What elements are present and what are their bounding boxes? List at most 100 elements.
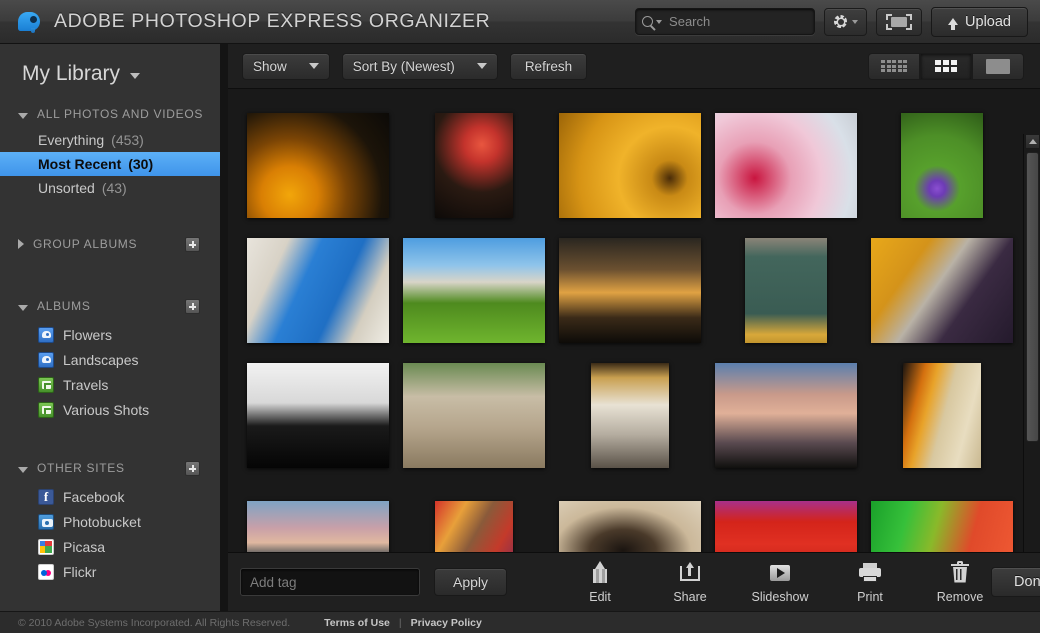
thumbnail-cell[interactable] xyxy=(552,478,708,552)
single-large-icon xyxy=(986,58,1010,74)
sort-by-dropdown[interactable]: Sort By (Newest) xyxy=(341,52,498,80)
thumbnail-cell[interactable] xyxy=(708,228,864,353)
action-buttons: Edit Share Slideshow Print Remove xyxy=(569,560,991,604)
thumbnail-cell[interactable] xyxy=(552,353,708,478)
sidebar-item-various-shots[interactable]: Various Shots xyxy=(0,397,220,422)
thumbnail-pink-orchid-flower[interactable] xyxy=(715,113,857,218)
my-library-header[interactable]: My Library xyxy=(0,44,220,86)
sidebar-section-albums[interactable]: ALBUMS xyxy=(0,296,220,316)
thumbnail-cell[interactable] xyxy=(240,353,396,478)
scroll-up-arrow-icon[interactable] xyxy=(1025,134,1040,149)
thumbnail-coastal-sunset-trees[interactable] xyxy=(247,500,389,552)
remove-button[interactable]: Remove xyxy=(929,560,991,604)
thumbnail-archway-temple-view[interactable] xyxy=(591,363,669,468)
thumbnail-cell[interactable] xyxy=(396,478,552,552)
thumbnail-cell[interactable] xyxy=(864,228,1020,353)
thumbnail-cell[interactable] xyxy=(552,228,708,353)
thumbnail-cell[interactable] xyxy=(864,478,1020,552)
thumbnail-red-yellow-tulips[interactable] xyxy=(435,113,513,218)
fullscreen-button[interactable] xyxy=(876,7,923,36)
thumbnail-sunset-temple-silhouette[interactable] xyxy=(559,238,701,343)
thumbnail-chinese-opera-masks-red[interactable] xyxy=(715,500,857,552)
sidebar-item-flowers[interactable]: Flowers xyxy=(0,322,220,347)
gallery-scrollbar[interactable] xyxy=(1023,134,1040,552)
thumbnail-hand-on-colorful-textile[interactable] xyxy=(435,500,513,552)
thumbnail-cell[interactable] xyxy=(552,103,708,228)
slideshow-button[interactable]: Slideshow xyxy=(749,561,811,604)
print-button[interactable]: Print xyxy=(839,561,901,604)
sidebar-section-other-sites[interactable]: OTHER SITES xyxy=(0,458,220,478)
privacy-policy-link[interactable]: Privacy Policy xyxy=(411,617,482,629)
search-scope-chevron-down-icon[interactable] xyxy=(656,19,663,24)
sidebar-section-label: GROUP ALBUMS xyxy=(33,237,138,251)
sidebar-item-travels[interactable]: Travels xyxy=(0,372,220,397)
thumbnail-cell[interactable] xyxy=(240,478,396,552)
thumbnail-cell[interactable] xyxy=(708,478,864,552)
search-box[interactable]: ✕ xyxy=(635,8,859,35)
search-icon xyxy=(642,16,654,27)
sidebar-item-everything[interactable]: Everything (453) xyxy=(0,128,220,152)
photoshop-express-organizer-window: ADOBE PHOTOSHOP EXPRESS ORGANIZER ✕ Uplo… xyxy=(0,0,1040,633)
picasa-icon xyxy=(38,538,54,555)
thumbnail-market-vendor-with-hat[interactable] xyxy=(871,238,1013,343)
album-photo-icon xyxy=(38,351,54,368)
scrollbar-thumb[interactable] xyxy=(1026,152,1039,442)
disclosure-triangle-icon[interactable] xyxy=(18,466,28,473)
edit-button[interactable]: Edit xyxy=(569,560,631,604)
thumbnail-cell[interactable] xyxy=(708,103,864,228)
disclosure-triangle-icon[interactable] xyxy=(18,112,28,119)
thumbnail-cell[interactable] xyxy=(240,103,396,228)
sidebar-item-unsorted[interactable]: Unsorted (43) xyxy=(0,176,220,200)
thumbnail-cell[interactable] xyxy=(396,103,552,228)
add-album-button[interactable] xyxy=(185,298,200,314)
sidebar-item-flickr[interactable]: Flickr xyxy=(0,559,220,584)
add-other-site-button[interactable] xyxy=(185,460,200,476)
thumbnail-cell[interactable] xyxy=(864,103,1020,228)
refresh-button[interactable]: Refresh xyxy=(509,52,588,80)
thumbnail-green-red-beads-texture[interactable] xyxy=(871,500,1013,552)
search-input[interactable] xyxy=(669,14,846,29)
thumbnail-bw-boat-silhouette-water[interactable] xyxy=(247,363,389,468)
sort-by-dropdown-label: Sort By (Newest) xyxy=(352,58,455,74)
thumbnail-cell[interactable] xyxy=(396,228,552,353)
thumbnail-old-gas-station-street[interactable] xyxy=(403,363,545,468)
view-mode-small-grid[interactable] xyxy=(868,52,920,80)
sidebar-item-landscapes[interactable]: Landscapes xyxy=(0,347,220,372)
sidebar-item-facebook[interactable]: f Facebook xyxy=(0,484,220,509)
sidebar-section-all-photos[interactable]: ALL PHOTOS AND VIDEOS xyxy=(0,104,220,124)
flickr-icon xyxy=(38,563,54,580)
thumbnail-purple-water-lily[interactable] xyxy=(901,113,983,218)
terms-of-use-link[interactable]: Terms of Use xyxy=(324,617,390,629)
thumbnail-orange-parasol-umbrella[interactable] xyxy=(559,113,701,218)
show-dropdown[interactable]: Show xyxy=(242,52,330,80)
sidebar: My Library ALL PHOTOS AND VIDEOS Everyth… xyxy=(0,44,220,611)
thumbnail-white-arch-blue-sky[interactable] xyxy=(247,238,389,343)
add-group-album-button[interactable] xyxy=(185,236,200,252)
sidebar-item-label: Everything xyxy=(38,132,105,148)
thumbnail-cell[interactable] xyxy=(708,353,864,478)
apply-tag-button[interactable]: Apply xyxy=(434,568,508,596)
thumbnail-cell[interactable] xyxy=(864,353,1020,478)
thumbnail-cell[interactable] xyxy=(396,353,552,478)
share-button[interactable]: Share xyxy=(659,561,721,604)
thumbnail-shoji-screen-autumn-interior[interactable] xyxy=(903,363,981,468)
thumbnail-white-church-green-field[interactable] xyxy=(403,238,545,343)
thumbnail-yellow-flower-closeup[interactable] xyxy=(247,113,389,218)
thumbnail-dramatic-cloudscape-sunset[interactable] xyxy=(715,363,857,468)
done-button[interactable]: Done xyxy=(991,567,1040,597)
sidebar-section-group-albums[interactable]: GROUP ALBUMS xyxy=(0,234,220,254)
disclosure-triangle-icon[interactable] xyxy=(18,239,24,249)
thumbnail-cell[interactable] xyxy=(240,228,396,353)
sidebar-item-picasa[interactable]: Picasa xyxy=(0,534,220,559)
upload-button[interactable]: Upload xyxy=(931,6,1028,37)
disclosure-triangle-icon[interactable] xyxy=(18,304,28,311)
sidebar-item-most-recent[interactable]: Most Recent (30) xyxy=(0,152,220,176)
thumbnail-green-wooden-doorway[interactable] xyxy=(745,238,827,343)
thumbnail-pottery-wheel-hands[interactable] xyxy=(559,500,701,552)
view-mode-medium-grid[interactable] xyxy=(920,52,972,80)
sidebar-item-photobucket[interactable]: Photobucket xyxy=(0,509,220,534)
action-bar: Apply Edit Share Slideshow xyxy=(228,552,1040,611)
settings-button[interactable] xyxy=(824,7,868,36)
add-tag-input[interactable] xyxy=(240,568,420,596)
view-mode-single-large[interactable] xyxy=(972,52,1024,80)
